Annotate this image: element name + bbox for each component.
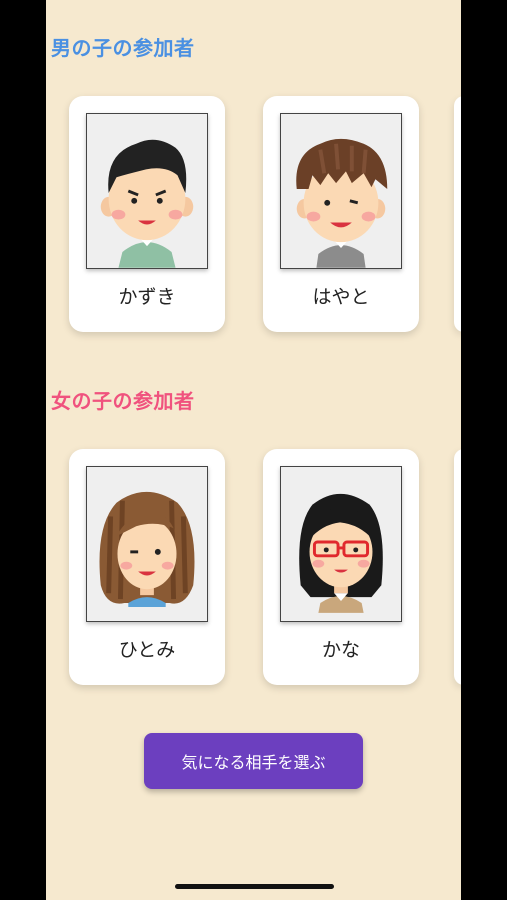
boys-section-title: 男の子の参加者 xyxy=(51,36,195,60)
choose-partner-button[interactable]: 気になる相手を選ぶ xyxy=(144,733,363,789)
girl-glasses-black-hair-icon xyxy=(280,466,402,622)
girls-section-title: 女の子の参加者 xyxy=(51,389,195,413)
participant-card-kazuki[interactable]: かずき xyxy=(69,96,225,332)
participant-name: ひとみ xyxy=(118,639,176,661)
participant-card-hayato[interactable]: はやと xyxy=(263,96,419,332)
next-card-peek[interactable] xyxy=(454,449,461,685)
boy-brown-hair-icon xyxy=(280,113,402,269)
app-screen: 男の子の参加者 かずき はやと 女の子の参加者 ひとみ かな 気になる相手を選ぶ xyxy=(46,0,461,900)
participant-card-kana[interactable]: かな xyxy=(263,449,419,685)
participant-name: はやと xyxy=(312,286,370,308)
participant-name: かな xyxy=(321,639,360,661)
participant-name: かずき xyxy=(118,286,176,308)
next-card-peek[interactable] xyxy=(454,96,461,332)
participant-card-hitomi[interactable]: ひとみ xyxy=(69,449,225,685)
boy-short-black-hair-icon xyxy=(86,113,208,269)
home-indicator[interactable] xyxy=(175,884,334,889)
girl-wavy-brown-hair-icon xyxy=(86,466,208,622)
